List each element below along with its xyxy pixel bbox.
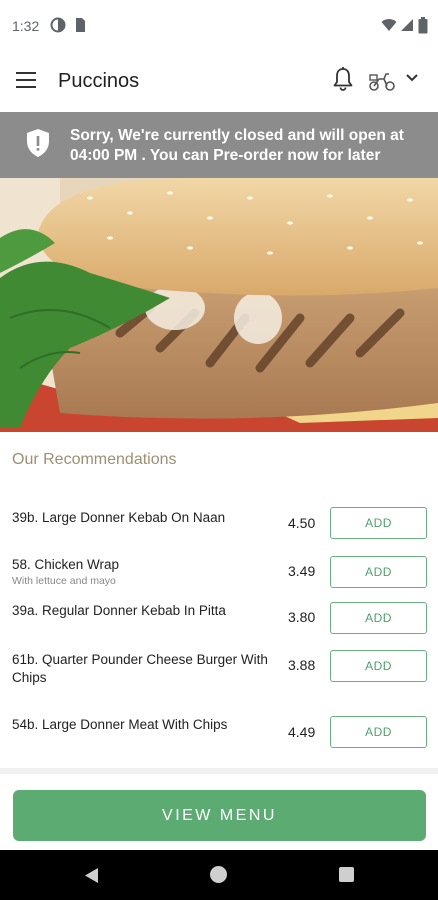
recommendations-title: Our Recommendations [12,451,177,468]
app-bar: Puccinos [0,52,438,112]
item-name: 39b. Large Donner Kebab On Naan [12,510,226,525]
add-button[interactable]: ADD [330,716,427,748]
chevron-down-icon[interactable] [405,73,419,83]
add-button[interactable]: ADD [330,507,427,539]
add-button[interactable]: ADD [330,650,427,682]
item-name: 54b. Large Donner Meat With Chips [12,717,228,732]
item-name: 39a. Regular Donner Kebab In Pitta [12,603,226,618]
item-description: With lettuce and mayo [12,575,116,587]
item-price: 3.88 [288,657,316,673]
item-name: 61b. Quarter Pounder Cheese Burger With … [12,652,268,685]
view-menu-button[interactable]: VIEW MENU [13,790,426,841]
restaurant-title: Puccinos [58,70,140,92]
closed-banner: Sorry, We're currently closed and will o… [0,112,438,178]
system-nav-bar [0,850,438,900]
battery-icon [418,17,428,34]
closed-message: Sorry, We're currently closed and will o… [70,127,404,164]
add-button[interactable]: ADD [330,602,427,634]
item-price: 4.50 [288,515,316,531]
item-name: 58. Chicken Wrap [12,557,120,572]
home-icon[interactable] [210,866,227,883]
status-bar: 1:32 [0,0,438,52]
menu-icon[interactable] [16,72,38,90]
recents-icon[interactable] [339,867,354,882]
bell-icon[interactable] [332,66,354,92]
shield-icon [27,129,49,157]
hero-burger-image [0,178,438,432]
burger-illustration [0,178,438,432]
item-price: 3.80 [288,609,316,625]
add-button[interactable]: ADD [330,556,427,588]
item-price: 4.49 [288,724,316,740]
cell-signal-icon [401,19,413,31]
wifi-icon [381,19,397,31]
divider [0,768,438,774]
sim-card-icon [76,18,85,32]
data-saver-icon [50,17,66,33]
status-time: 1:32 [12,18,40,34]
item-price: 3.49 [288,563,316,579]
back-icon[interactable] [84,867,99,884]
scooter-icon[interactable] [368,70,396,92]
